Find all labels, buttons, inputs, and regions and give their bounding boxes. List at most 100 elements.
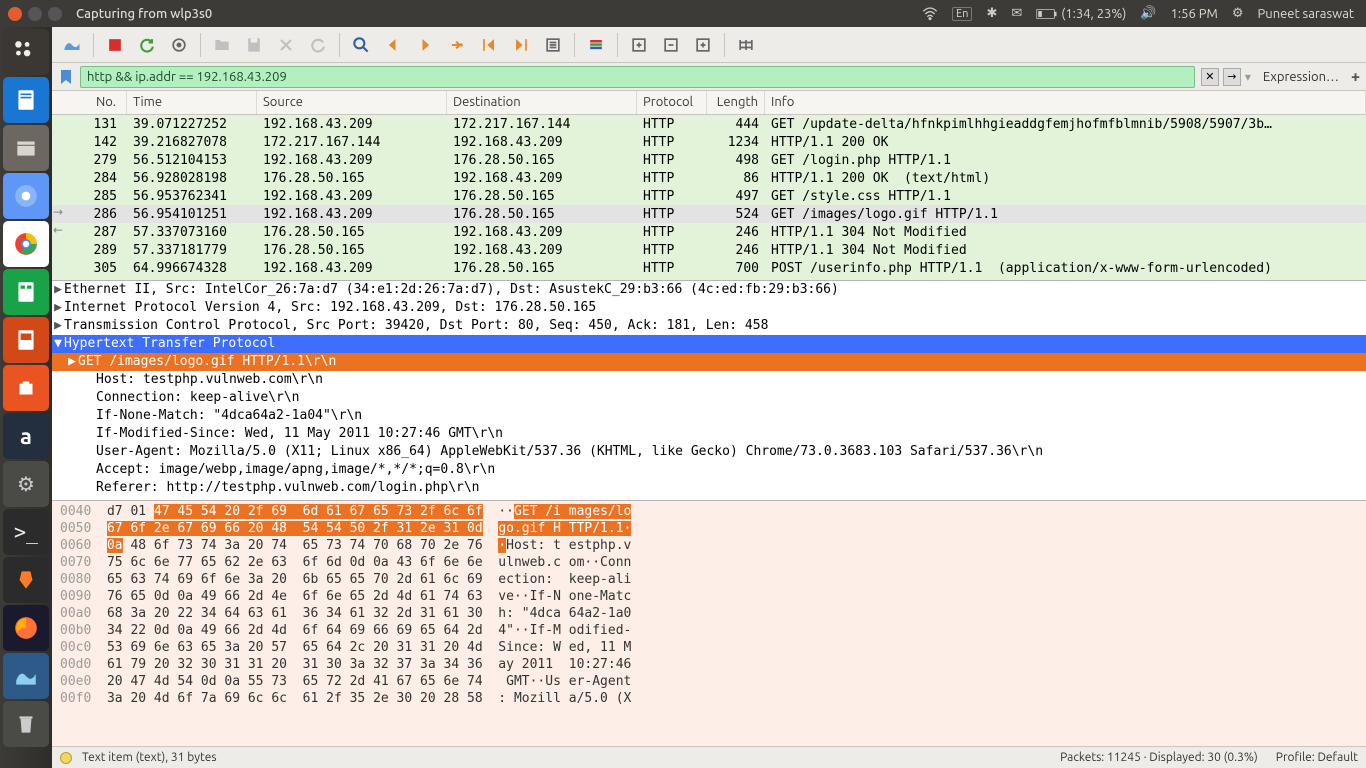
zoom-in-button[interactable] xyxy=(625,31,653,59)
detail-line[interactable]: Host: testphp.vulnweb.com\r\n xyxy=(52,371,1366,389)
packet-row[interactable]: 28757.337073160176.28.50.165192.168.43.2… xyxy=(52,223,1366,241)
packet-header: No. Time Source Destination Protocol Len… xyxy=(52,91,1366,115)
hex-line[interactable]: 0060 0a 48 6f 73 74 3a 20 74 65 73 74 70… xyxy=(60,537,1358,554)
filter-clear-button[interactable]: ✕ xyxy=(1201,68,1219,86)
user-name[interactable]: Puneet saraswat xyxy=(1258,7,1355,21)
detail-line[interactable]: Referer: http://testphp.vulnweb.com/logi… xyxy=(52,479,1366,497)
launcher-files[interactable] xyxy=(3,125,49,171)
close-file-button[interactable] xyxy=(272,31,300,59)
launcher-dash[interactable] xyxy=(3,29,49,75)
find-packet-button[interactable] xyxy=(347,31,375,59)
launcher-amazon[interactable]: a xyxy=(3,413,49,459)
close-icon[interactable] xyxy=(8,7,22,21)
detail-line[interactable]: ▶Internet Protocol Version 4, Src: 192.1… xyxy=(52,299,1366,317)
lang-indicator[interactable]: En xyxy=(952,7,972,21)
hex-line[interactable]: 00f0 3a 20 4d 6f 7a 69 6c 6c 61 2f 35 2e… xyxy=(60,690,1358,707)
packet-row[interactable]: 28656.954101251192.168.43.209176.28.50.1… xyxy=(52,205,1366,223)
launcher-terminal[interactable]: >_ xyxy=(3,509,49,555)
expert-info-icon[interactable] xyxy=(60,752,72,764)
wireshark-window: ✕ → ▾ Expression… + No. Time Source Dest… xyxy=(52,27,1366,768)
detail-line[interactable]: Accept: image/webp,image/apng,image/*,*/… xyxy=(52,461,1366,479)
packet-row[interactable]: 13139.071227252192.168.43.209172.217.167… xyxy=(52,115,1366,133)
detail-line[interactable]: User-Agent: Mozilla/5.0 (X11; Linux x86_… xyxy=(52,443,1366,461)
battery-indicator[interactable]: (1:34, 23%) xyxy=(1036,7,1126,21)
launcher-chromium[interactable] xyxy=(3,173,49,219)
capture-options-button[interactable] xyxy=(165,31,193,59)
packet-bytes-pane[interactable]: 0040 d7 01 47 45 54 20 2f 69 6d 61 67 65… xyxy=(52,501,1366,746)
packet-row[interactable]: 28957.337181779176.28.50.165192.168.43.2… xyxy=(52,241,1366,259)
autoscroll-button[interactable] xyxy=(539,31,567,59)
detail-line[interactable]: ▼Hypertext Transfer Protocol xyxy=(52,335,1366,353)
launcher-impress[interactable] xyxy=(3,317,49,363)
reload-button[interactable] xyxy=(304,31,332,59)
packet-row[interactable]: 14239.216827078172.217.167.144192.168.43… xyxy=(52,133,1366,151)
goto-packet-button[interactable] xyxy=(443,31,471,59)
detail-line[interactable]: ▶Transmission Control Protocol, Src Port… xyxy=(52,317,1366,335)
hex-line[interactable]: 0080 65 63 74 69 6f 6e 3a 20 6b 65 65 70… xyxy=(60,571,1358,588)
detail-line[interactable]: Connection: keep-alive\r\n xyxy=(52,389,1366,407)
maximize-icon[interactable] xyxy=(48,7,62,21)
clock[interactable]: 1:56 PM xyxy=(1171,7,1218,21)
zoom-out-button[interactable] xyxy=(657,31,685,59)
packet-row[interactable]: 30564.996674328192.168.43.209176.28.50.1… xyxy=(52,259,1366,277)
mail-icon[interactable]: ✉ xyxy=(1011,6,1022,21)
system-tray: En ✱ ✉ (1:34, 23%) 🔊 1:56 PM ⚙ Puneet sa… xyxy=(922,6,1366,22)
restart-capture-button[interactable] xyxy=(133,31,161,59)
last-packet-button[interactable] xyxy=(507,31,535,59)
filter-expression-button[interactable]: Expression… xyxy=(1263,70,1339,84)
window-buttons xyxy=(8,7,62,21)
filter-text[interactable] xyxy=(87,70,1188,84)
launcher-writer[interactable] xyxy=(3,77,49,123)
packet-row[interactable]: 27956.512104153192.168.43.209176.28.50.1… xyxy=(52,151,1366,169)
status-profile[interactable]: Profile: Default xyxy=(1276,751,1358,764)
next-packet-button[interactable] xyxy=(411,31,439,59)
packet-list-pane[interactable]: No. Time Source Destination Protocol Len… xyxy=(52,91,1366,281)
first-packet-button[interactable] xyxy=(475,31,503,59)
hex-line[interactable]: 0040 d7 01 47 45 54 20 2f 69 6d 61 67 65… xyxy=(60,503,1358,520)
hex-line[interactable]: 00a0 68 3a 20 22 34 64 63 61 36 34 61 32… xyxy=(60,605,1358,622)
colorize-button[interactable] xyxy=(582,31,610,59)
packet-details-pane[interactable]: ▶Ethernet II, Src: IntelCor_26:7a:d7 (34… xyxy=(52,281,1366,501)
detail-line[interactable]: If-None-Match: "4dca64a2-1a04"\r\n xyxy=(52,407,1366,425)
filter-apply-button[interactable]: → xyxy=(1223,68,1241,86)
packet-row[interactable]: 28456.928028198176.28.50.165192.168.43.2… xyxy=(52,169,1366,187)
hex-line[interactable]: 00d0 61 79 20 32 30 31 31 20 31 30 3a 32… xyxy=(60,656,1358,673)
detail-line[interactable]: ▶Ethernet II, Src: IntelCor_26:7a:d7 (34… xyxy=(52,281,1366,299)
bookmark-icon[interactable] xyxy=(58,69,74,85)
hex-line[interactable]: 00c0 53 69 6e 63 65 3a 20 57 65 64 2c 20… xyxy=(60,639,1358,656)
display-filter-input[interactable] xyxy=(80,66,1195,88)
launcher-calc[interactable] xyxy=(3,269,49,315)
minimize-icon[interactable] xyxy=(28,7,42,21)
launcher-burp[interactable] xyxy=(3,557,49,603)
launcher-software[interactable] xyxy=(3,365,49,411)
shark-icon[interactable] xyxy=(58,31,86,59)
filter-add-button[interactable]: + xyxy=(1351,68,1360,86)
hex-line[interactable]: 00e0 20 47 4d 54 0d 0a 55 73 65 72 2d 41… xyxy=(60,673,1358,690)
hex-line[interactable]: 0090 76 65 0d 0a 49 66 2d 4e 6f 6e 65 2d… xyxy=(60,588,1358,605)
detail-line[interactable]: ▶GET /images/logo.gif HTTP/1.1\r\n xyxy=(52,353,1366,371)
launcher-settings[interactable]: ⚙ xyxy=(3,461,49,507)
gear-icon[interactable]: ⚙ xyxy=(1232,6,1244,21)
volume-icon[interactable]: 🔊 xyxy=(1140,6,1156,21)
display-filter-bar: ✕ → ▾ Expression… + xyxy=(52,63,1366,91)
open-file-button[interactable] xyxy=(208,31,236,59)
hex-line[interactable]: 0070 75 6c 6e 77 65 62 2e 63 6f 6d 0d 0a… xyxy=(60,554,1358,571)
wifi-icon[interactable] xyxy=(922,6,938,22)
bluetooth-icon[interactable]: ✱ xyxy=(986,6,997,21)
save-file-button[interactable] xyxy=(240,31,268,59)
packet-row[interactable]: 28556.953762341192.168.43.209176.28.50.1… xyxy=(52,187,1366,205)
window-title: Capturing from wlp3s0 xyxy=(76,7,212,21)
zoom-reset-button[interactable] xyxy=(689,31,717,59)
launcher-trash[interactable] xyxy=(3,701,49,747)
launcher-chrome[interactable] xyxy=(3,221,49,267)
stop-capture-button[interactable] xyxy=(101,31,129,59)
prev-packet-button[interactable] xyxy=(379,31,407,59)
resize-columns-button[interactable] xyxy=(732,31,760,59)
launcher-firefox[interactable] xyxy=(3,605,49,651)
packet-row[interactable]: 31065.426507133176.28.50.165192.168.43.2… xyxy=(52,277,1366,281)
hex-line[interactable]: 00b0 34 22 0d 0a 49 66 2d 4d 6f 64 69 66… xyxy=(60,622,1358,639)
hex-line[interactable]: 0050 67 6f 2e 67 69 66 20 48 54 54 50 2f… xyxy=(60,520,1358,537)
launcher-wireshark[interactable] xyxy=(3,653,49,699)
detail-line[interactable]: If-Modified-Since: Wed, 11 May 2011 10:2… xyxy=(52,425,1366,443)
status-bar: Text item (text), 31 bytes Packets: 1124… xyxy=(52,746,1366,768)
